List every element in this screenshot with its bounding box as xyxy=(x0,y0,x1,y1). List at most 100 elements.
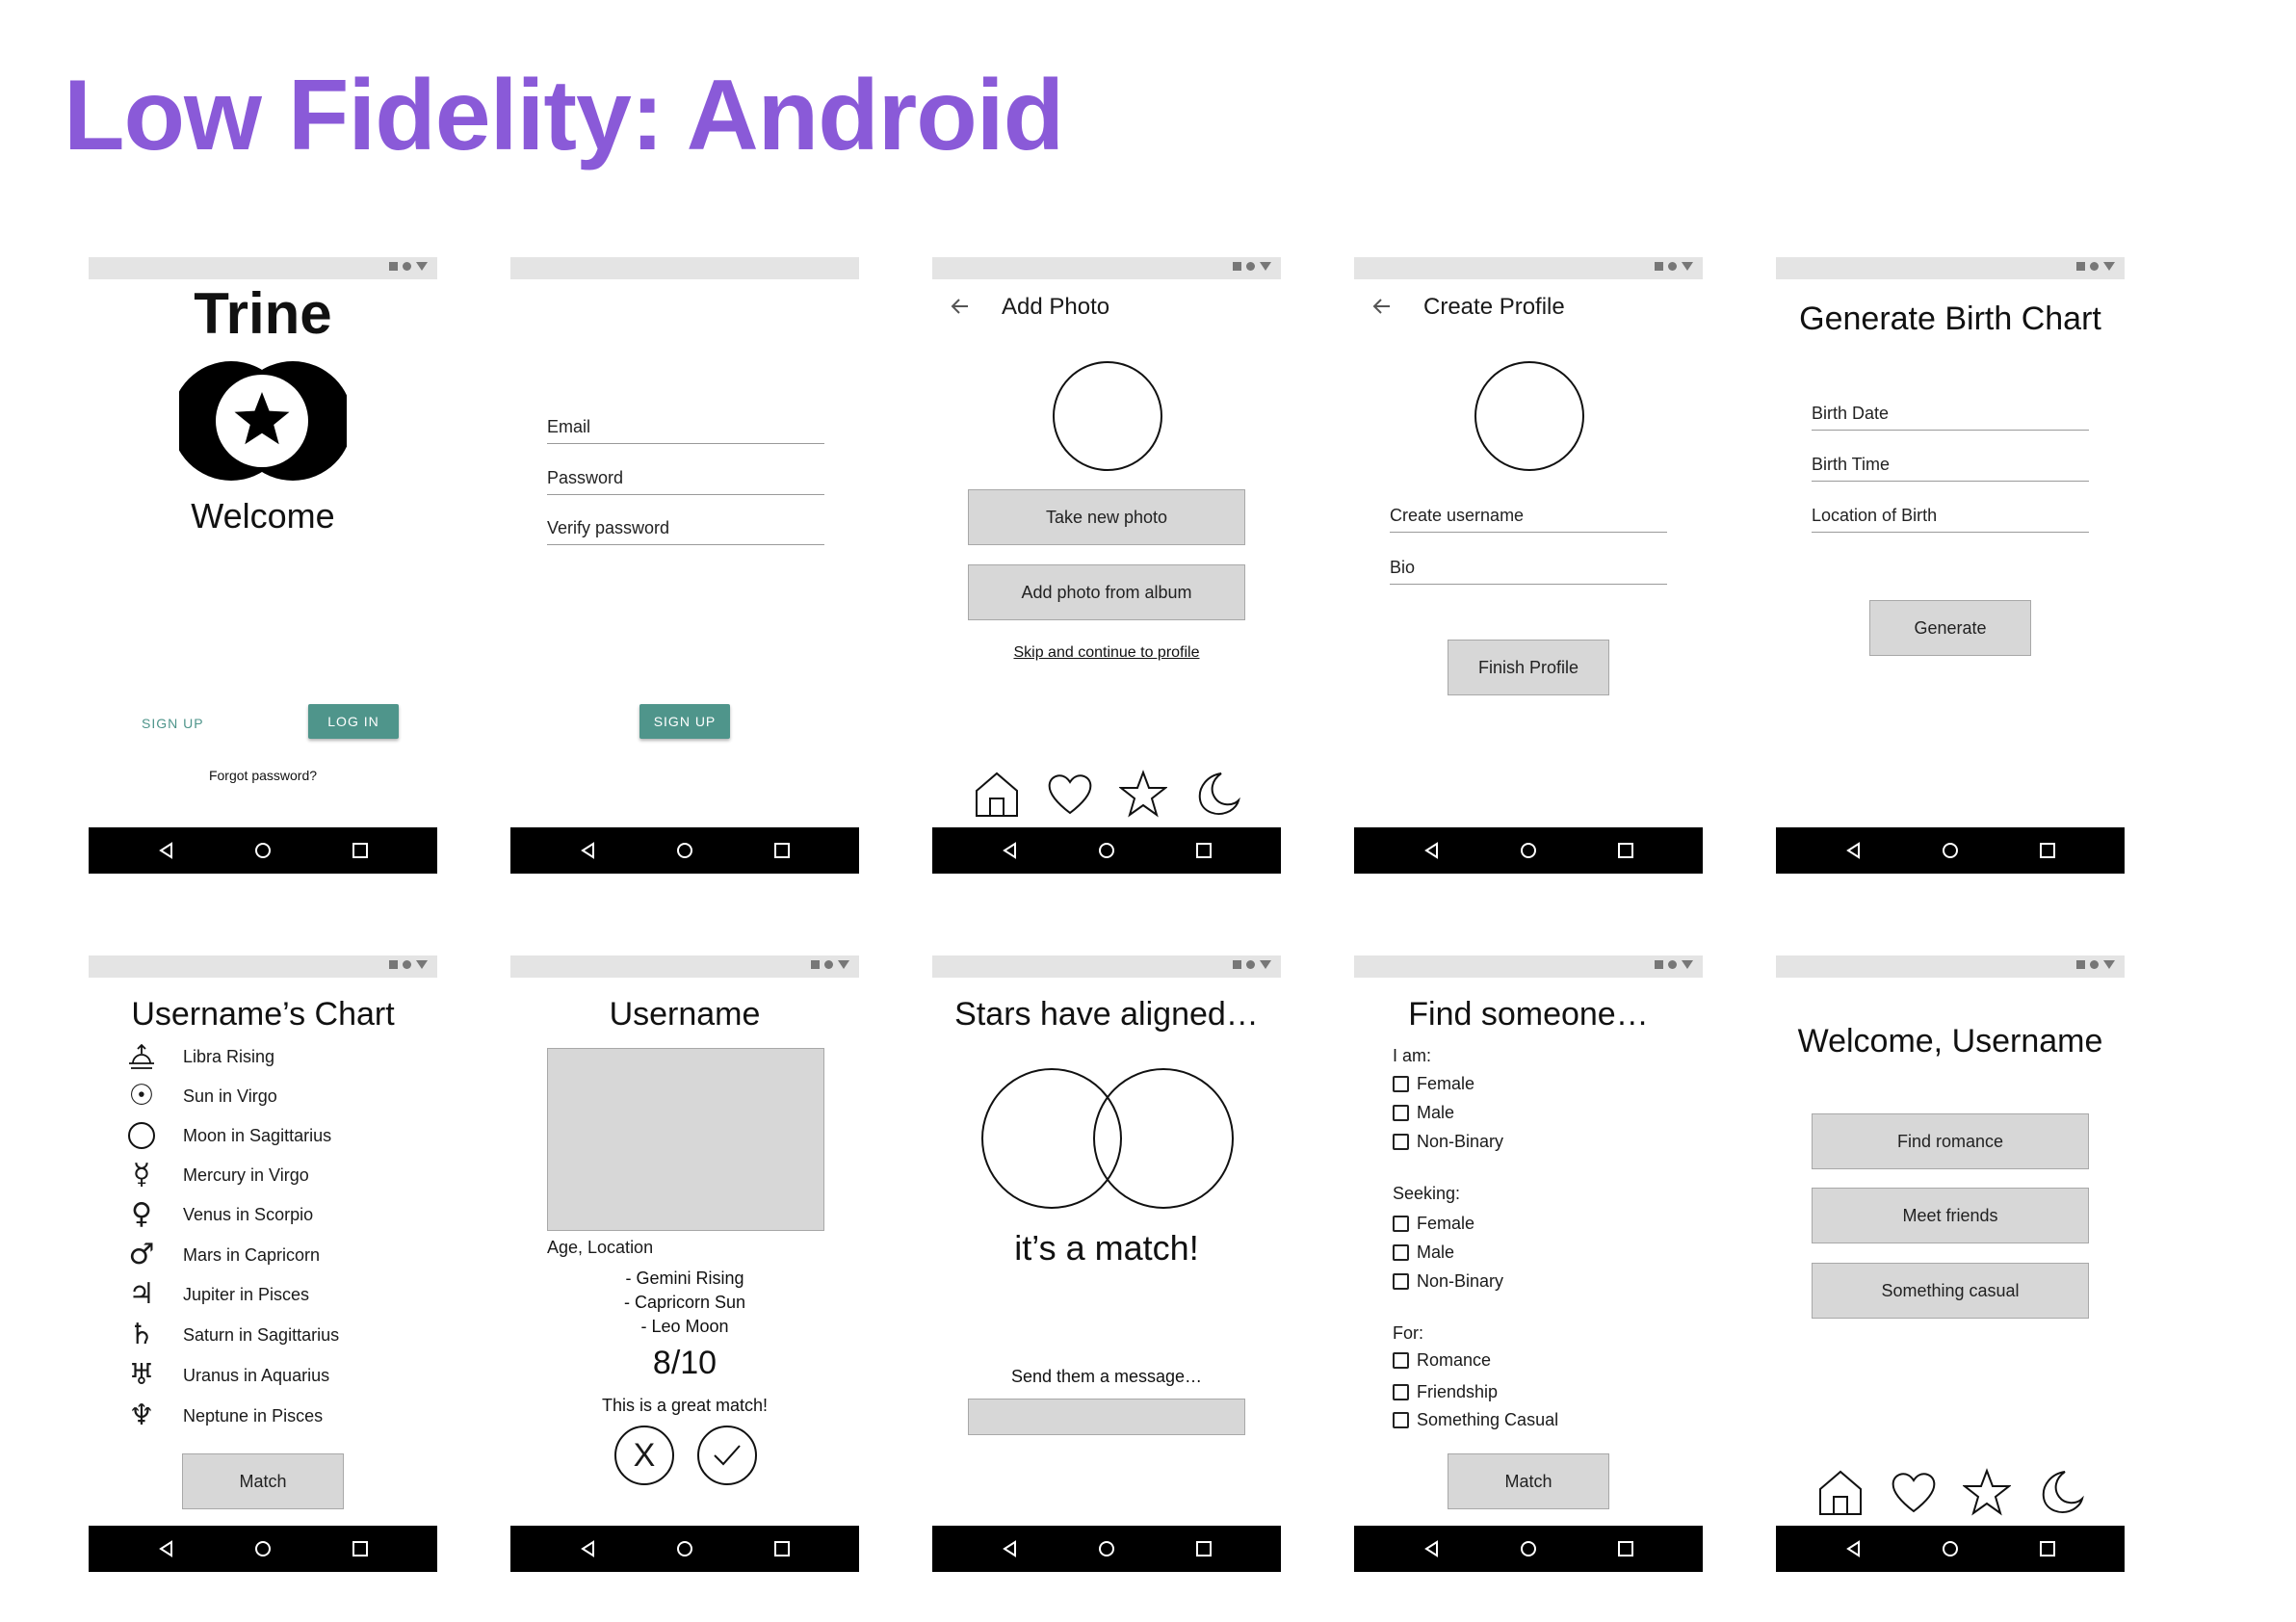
back-arrow-icon[interactable] xyxy=(1371,296,1393,317)
verify-password-field[interactable]: Verify password xyxy=(547,518,824,545)
back-nav-icon[interactable] xyxy=(1835,836,1873,865)
password-field[interactable]: Password xyxy=(547,468,824,495)
match-button[interactable]: Match xyxy=(1448,1453,1609,1509)
recents-nav-icon[interactable] xyxy=(341,836,379,865)
checkbox-non-binary[interactable]: Non-Binary xyxy=(1393,1132,1503,1152)
rising-icon xyxy=(129,1043,154,1069)
home-nav-icon[interactable] xyxy=(665,1534,704,1563)
email-field[interactable]: Email xyxy=(547,417,824,444)
recents-nav-icon[interactable] xyxy=(2028,1534,2067,1563)
checkbox-icon[interactable] xyxy=(1393,1216,1409,1232)
home-nav-icon[interactable] xyxy=(1509,836,1548,865)
sign-up-button[interactable]: SIGN UP xyxy=(639,704,730,739)
checkbox-icon[interactable] xyxy=(1393,1134,1409,1150)
recents-nav-icon[interactable] xyxy=(2028,836,2067,865)
home-nav-icon[interactable] xyxy=(1087,1534,1126,1563)
finish-profile-button[interactable]: Finish Profile xyxy=(1448,640,1609,695)
home-icon[interactable] xyxy=(973,770,1021,818)
username-field[interactable]: Create username xyxy=(1390,506,1667,533)
nav-bar xyxy=(1776,827,2125,874)
planet-row: ♃ Jupiter in Pisces xyxy=(127,1280,310,1309)
recents-nav-icon[interactable] xyxy=(1185,1534,1223,1563)
checkbox-icon[interactable] xyxy=(1393,1244,1409,1261)
checkbox-female[interactable]: Female xyxy=(1393,1074,1474,1094)
add-from-album-button[interactable]: Add photo from album xyxy=(968,564,1245,620)
star-icon[interactable] xyxy=(1119,770,1167,818)
home-nav-icon[interactable] xyxy=(244,836,282,865)
sign-moon: - Leo Moon xyxy=(640,1317,729,1336)
age-location: Age, Location xyxy=(547,1238,654,1257)
generate-button[interactable]: Generate xyxy=(1869,600,2031,656)
home-nav-icon[interactable] xyxy=(665,836,704,865)
bio-field[interactable]: Bio xyxy=(1390,558,1667,585)
checkbox-seeking-male[interactable]: Male xyxy=(1393,1243,1454,1263)
star-icon[interactable] xyxy=(1963,1468,2011,1516)
moon-icon[interactable] xyxy=(2036,1468,2084,1516)
location-of-birth-field[interactable]: Location of Birth xyxy=(1812,506,2089,533)
planet-label: Venus in Scorpio xyxy=(183,1204,314,1224)
birth-date-field[interactable]: Birth Date xyxy=(1812,404,2089,431)
back-nav-icon[interactable] xyxy=(569,1534,608,1563)
back-nav-icon[interactable] xyxy=(991,836,1030,865)
recents-nav-icon[interactable] xyxy=(1185,836,1223,865)
recents-nav-icon[interactable] xyxy=(1606,1534,1645,1563)
checkbox-male[interactable]: Male xyxy=(1393,1103,1454,1123)
checkbox-friendship[interactable]: Friendship xyxy=(1393,1382,1498,1402)
checkbox-icon[interactable] xyxy=(1393,1384,1409,1400)
heart-icon[interactable] xyxy=(1046,770,1094,818)
home-icon[interactable] xyxy=(1816,1468,1865,1516)
back-arrow-icon[interactable] xyxy=(950,296,971,317)
status-bar xyxy=(89,257,437,279)
home-nav-icon[interactable] xyxy=(244,1534,282,1563)
forgot-password-link[interactable]: Forgot password? xyxy=(89,768,437,783)
match-button[interactable]: Match xyxy=(182,1453,344,1509)
message-input[interactable] xyxy=(968,1399,1245,1435)
back-nav-icon[interactable] xyxy=(1413,836,1451,865)
accept-button[interactable] xyxy=(697,1426,757,1485)
back-nav-icon[interactable] xyxy=(991,1534,1030,1563)
nav-bar xyxy=(932,1526,1281,1572)
checkbox-seeking-non-binary[interactable]: Non-Binary xyxy=(1393,1271,1503,1292)
home-nav-icon[interactable] xyxy=(1931,836,1970,865)
home-nav-icon[interactable] xyxy=(1087,836,1126,865)
birth-time-field[interactable]: Birth Time xyxy=(1812,455,2089,482)
checkbox-icon[interactable] xyxy=(1393,1273,1409,1290)
back-nav-icon[interactable] xyxy=(1835,1534,1873,1563)
profile-photo-placeholder[interactable] xyxy=(1474,361,1584,471)
recents-nav-icon[interactable] xyxy=(763,1534,801,1563)
checkbox-icon[interactable] xyxy=(1393,1076,1409,1092)
sign-up-link[interactable]: SIGN UP xyxy=(142,716,204,731)
recents-nav-icon[interactable] xyxy=(763,836,801,865)
checkbox-icon[interactable] xyxy=(1393,1352,1409,1369)
home-nav-icon[interactable] xyxy=(1509,1534,1548,1563)
moon-icon[interactable] xyxy=(1192,770,1240,818)
recents-nav-icon[interactable] xyxy=(341,1534,379,1563)
reject-button[interactable]: X xyxy=(614,1426,674,1485)
checkbox-icon[interactable] xyxy=(1393,1105,1409,1121)
log-in-button[interactable]: LOG IN xyxy=(308,704,399,739)
checkbox-icon[interactable] xyxy=(1393,1412,1409,1428)
meet-friends-button[interactable]: Meet friends xyxy=(1812,1188,2089,1243)
find-romance-button[interactable]: Find romance xyxy=(1812,1113,2089,1169)
nav-bar xyxy=(932,827,1281,874)
planet-row: ♆ Neptune in Pisces xyxy=(127,1401,324,1430)
back-nav-icon[interactable] xyxy=(147,1534,186,1563)
status-bar xyxy=(1776,955,2125,978)
screen-title: Username’s Chart xyxy=(131,996,395,1033)
back-nav-icon[interactable] xyxy=(1413,1534,1451,1563)
something-casual-button[interactable]: Something casual xyxy=(1812,1263,2089,1319)
take-photo-button[interactable]: Take new photo xyxy=(968,489,1245,545)
checkbox-something-casual[interactable]: Something Casual xyxy=(1393,1410,1558,1430)
back-nav-icon[interactable] xyxy=(569,836,608,865)
checkbox-label: Romance xyxy=(1417,1350,1492,1370)
home-nav-icon[interactable] xyxy=(1931,1534,1970,1563)
heart-icon[interactable] xyxy=(1890,1468,1938,1516)
screen-title: Create Profile xyxy=(1423,294,1565,320)
recents-nav-icon[interactable] xyxy=(1606,836,1645,865)
checkbox-seeking-female[interactable]: Female xyxy=(1393,1214,1474,1234)
back-nav-icon[interactable] xyxy=(147,836,186,865)
photo-placeholder[interactable] xyxy=(1053,361,1162,471)
checkbox-romance[interactable]: Romance xyxy=(1393,1350,1491,1371)
match-circles-icon xyxy=(981,1068,1234,1209)
skip-link[interactable]: Skip and continue to profile xyxy=(932,644,1281,662)
